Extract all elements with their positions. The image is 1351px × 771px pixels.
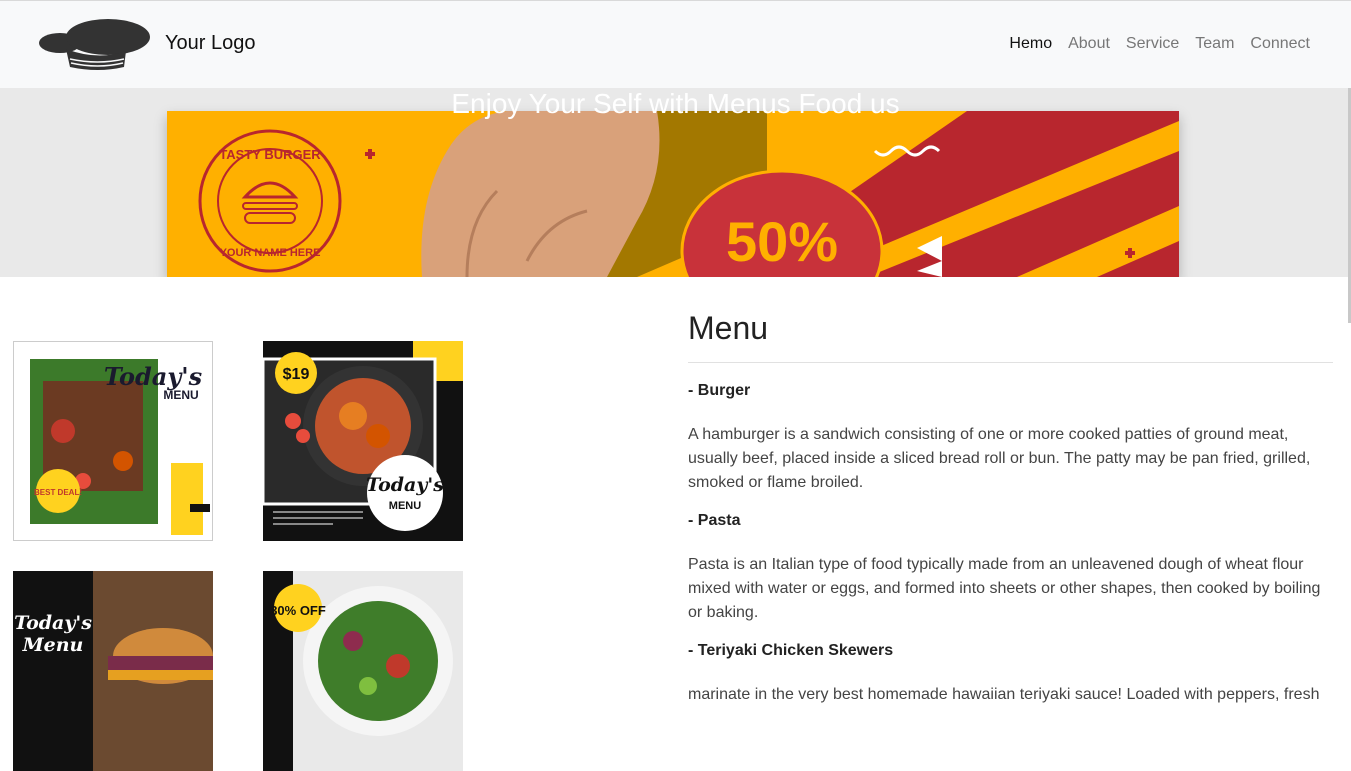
brand-bottom-text: YOUR NAME HERE (220, 247, 321, 259)
promo-banner: 50% TASTY BURGER YOUR NAME HERE (167, 111, 1179, 277)
card-sub: Menu (22, 634, 84, 656)
menu-item-description: A hamburger is a sandwich consisting of … (688, 426, 1311, 491)
menu-item-name: - Burger (688, 382, 751, 399)
nav-link-connect[interactable]: Connect (1250, 35, 1310, 53)
menu-divider (688, 362, 1333, 363)
menu-gallery: Today's MENU BEST DEAL! $19 Today's MENU (0, 277, 660, 771)
nav-link-team[interactable]: Team (1195, 35, 1234, 53)
menu-card-burger[interactable]: Today's Menu (13, 571, 213, 771)
nav-link-service[interactable]: Service (1126, 35, 1179, 53)
menu-item-name: - Pasta (688, 512, 741, 529)
main-nav: Hemo About Service Team Connect (1009, 35, 1310, 53)
card-heading: Today's (104, 362, 203, 391)
discount-text: 50% (726, 210, 838, 273)
logo-text[interactable]: Your Logo (165, 32, 255, 55)
nav-link-about[interactable]: About (1068, 35, 1110, 53)
card-sub: MENU (163, 388, 198, 402)
menu-item-description: Pasta is an Italian type of food typical… (688, 556, 1321, 621)
price-badge: $19 (283, 366, 310, 383)
card-heading: Today's (14, 612, 92, 634)
menu-section: Menu - Burger A hamburger is a sandwich … (688, 300, 1333, 721)
menu-item-name: - Teriyaki Chicken Skewers (688, 642, 894, 659)
discount-badge: 30% OFF (270, 603, 326, 618)
chef-hat-logo-icon[interactable] (38, 17, 152, 73)
card-heading: Today's (366, 474, 444, 496)
menu-card-pasta[interactable]: $19 Today's MENU (263, 341, 463, 541)
nav-link-hemo[interactable]: Hemo (1009, 35, 1052, 53)
brand-top-text: TASTY BURGER (219, 147, 321, 162)
menu-item-description: marinate in the very best homemade hawai… (688, 686, 1320, 703)
menu-card-salad[interactable]: 30% OFF (263, 571, 463, 771)
menu-title: Menu (688, 310, 769, 346)
promo-banner-image: 50% TASTY BURGER YOUR NAME HERE (167, 111, 1179, 277)
card-badge: BEST DEAL! (34, 488, 82, 497)
hero-section: Enjoy Your Self with Menus Food us 50% T… (0, 88, 1351, 277)
menu-card-bbq[interactable]: Today's MENU BEST DEAL! (13, 341, 213, 541)
navbar: Your Logo Hemo About Service Team Connec… (0, 1, 1351, 88)
card-sub: MENU (389, 500, 421, 512)
hero-title: Enjoy Your Self with Menus Food us (451, 88, 900, 119)
